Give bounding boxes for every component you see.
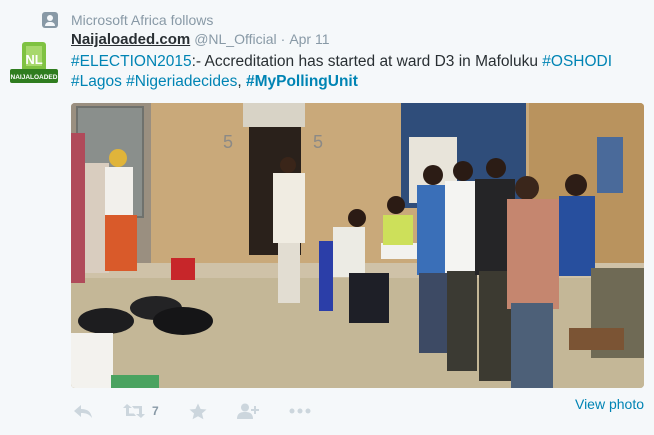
- hashtag-lagos[interactable]: #Lagos: [71, 73, 122, 90]
- hashtag-nigeriadecides[interactable]: #Nigeriadecides: [126, 73, 237, 90]
- reply-icon: [74, 405, 92, 418]
- more-button[interactable]: [289, 408, 311, 414]
- person-icon: [42, 12, 58, 28]
- avatar-logo-text: NL: [25, 52, 42, 67]
- tweet-timestamp[interactable]: Apr 11: [289, 31, 329, 47]
- social-context: Microsoft Africa follows: [42, 10, 213, 30]
- author-name[interactable]: Naijaloaded.com: [71, 31, 190, 48]
- hashtag-mypollingunit[interactable]: #MyPollingUnit: [246, 73, 358, 90]
- follow-button[interactable]: [236, 403, 259, 419]
- more-icon: [289, 408, 311, 414]
- avatar-logo-subtext: NAIJALOADED: [11, 74, 58, 81]
- reply-button[interactable]: [73, 403, 93, 419]
- tweet-actions: 7: [73, 400, 646, 422]
- avatar[interactable]: NL NAIJALOADED: [8, 38, 60, 88]
- retweet-icon: [123, 404, 145, 418]
- social-context-text: Microsoft Africa follows: [71, 12, 214, 28]
- retweet-count: 7: [152, 404, 159, 418]
- star-icon: [189, 403, 207, 419]
- favorite-button[interactable]: [189, 403, 207, 420]
- header-separator: ·: [280, 31, 286, 47]
- naijaloaded-logo-icon: NL NAIJALOADED: [8, 38, 60, 88]
- wall-number-right: 5: [313, 132, 323, 152]
- tweet-text-comma: ,: [237, 73, 246, 90]
- hashtag-election2015[interactable]: #ELECTION2015: [71, 53, 192, 70]
- tweet-header: Naijaloaded.com @NL_Official · Apr 11: [71, 31, 330, 51]
- wall-number-left: 5: [223, 132, 233, 152]
- tweet-text-part: :- Accreditation has started at ward D3 …: [191, 53, 543, 70]
- hashtag-oshodi[interactable]: #OSHODI: [542, 53, 612, 70]
- tweet-text: #ELECTION2015:- Accreditation has starte…: [71, 52, 646, 92]
- author-handle[interactable]: @NL_Official: [194, 31, 276, 47]
- retweet-button[interactable]: 7: [123, 403, 159, 419]
- tweet-photo[interactable]: 5 5: [71, 103, 644, 388]
- view-photo-link[interactable]: View photo: [575, 396, 644, 412]
- polling-unit-photo: 5 5: [71, 103, 644, 388]
- follow-icon: [236, 403, 259, 419]
